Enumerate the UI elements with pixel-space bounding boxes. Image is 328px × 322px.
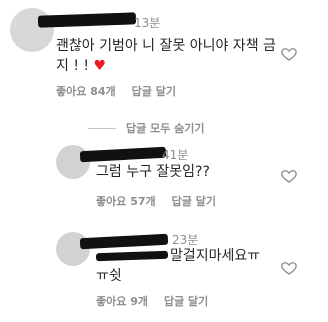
reply-time: 41분 [162, 148, 189, 162]
redacted-username [79, 146, 167, 163]
like-heart-icon[interactable] [280, 259, 298, 277]
toggle-divider [88, 127, 116, 129]
likes-count[interactable]: 좋아요 9개 [96, 293, 148, 309]
red-heart-emoji: ♥ [93, 58, 107, 74]
likes-count[interactable]: 좋아요 57개 [96, 193, 156, 209]
reply-text: 그럼 누구 잘못임?? [96, 164, 210, 180]
comment-text-line2: 지 ! ! [56, 58, 90, 74]
hide-replies-label[interactable]: 답글 모두 숨기기 [126, 120, 205, 136]
comment-text-line1: 괜찮아 기범아 니 잘못 아니야 자책 금 [56, 38, 276, 54]
reply-button[interactable]: 답글 달기 [172, 193, 216, 209]
reply-meta: 좋아요 9개 답글 달기 [96, 293, 208, 309]
reply-button[interactable]: 답글 달기 [164, 293, 208, 309]
reply-text: 말걸지마세요ㅠ ㅠ쉿 [96, 246, 280, 286]
comment-meta: 좋아요 84개 답글 달기 [56, 83, 176, 99]
like-heart-icon[interactable] [280, 167, 298, 185]
like-heart-icon[interactable] [280, 45, 298, 63]
comment-text: 괜찮아 기범아 니 잘못 아니야 자책 금 지 ! ! ♥ [56, 36, 278, 76]
reply-meta: 좋아요 57개 답글 달기 [96, 193, 216, 209]
reply-text-line1: 말걸지마세요ㅠ [170, 248, 261, 264]
redacted-username [37, 12, 137, 28]
reply-text-line2: ㅠ쉿 [96, 268, 122, 284]
comment-time: 13분 [134, 16, 161, 30]
hide-replies-toggle[interactable]: 답글 모두 숨기기 [88, 120, 205, 136]
likes-count[interactable]: 좋아요 84개 [56, 83, 116, 99]
reply-button[interactable]: 답글 달기 [132, 83, 176, 99]
